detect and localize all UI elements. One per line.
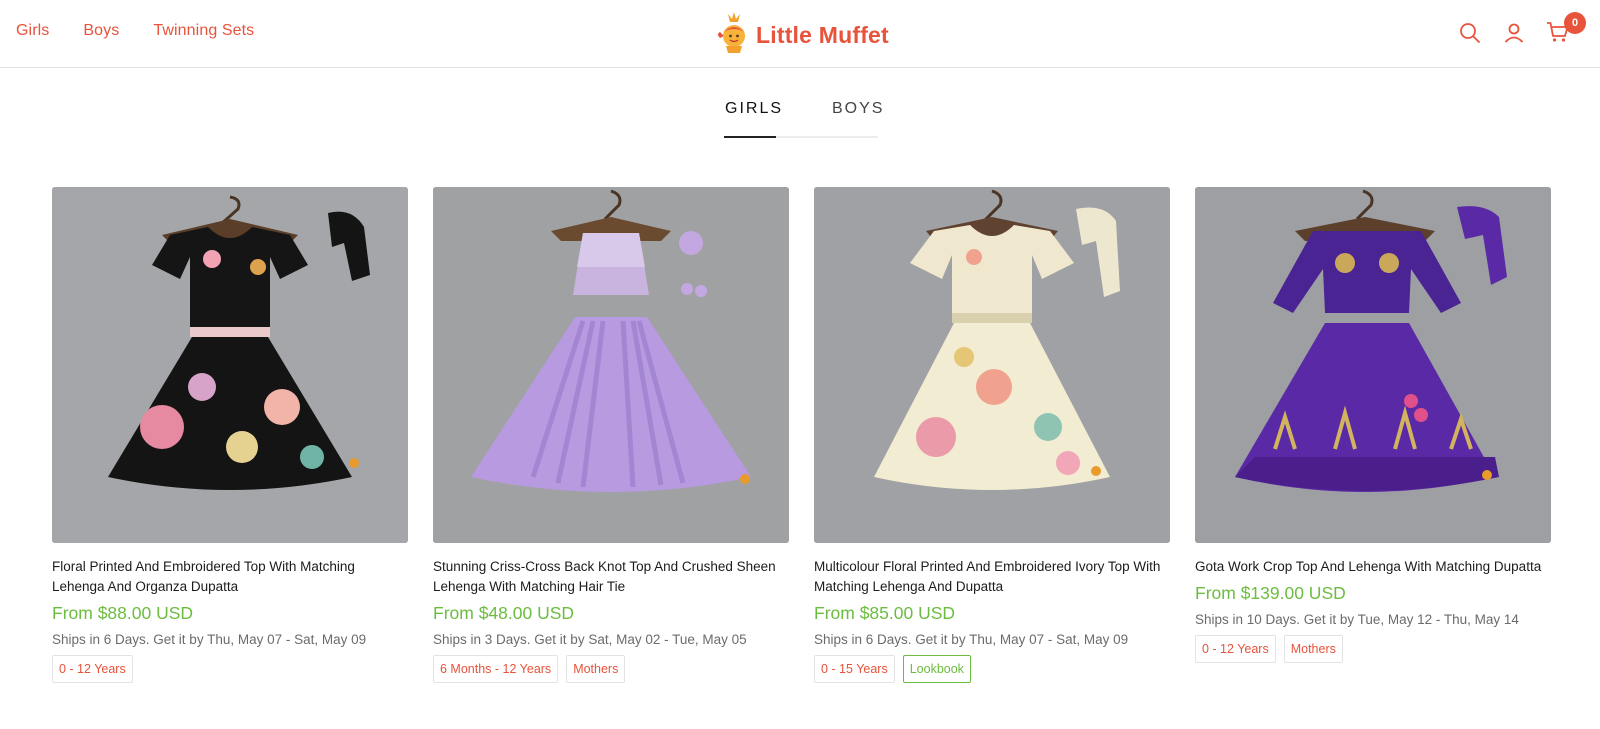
product-title[interactable]: Gota Work Crop Top And Lehenga With Matc… bbox=[1195, 557, 1551, 577]
site-header: Girls Boys Twinning Sets Little Muffet 0 bbox=[0, 0, 1600, 68]
product-tags: 0 - 15 Years Lookbook bbox=[814, 655, 1170, 683]
search-icon[interactable] bbox=[1458, 21, 1482, 45]
product-price: From $88.00 USD bbox=[52, 603, 194, 623]
lilac-lehenga-image bbox=[433, 187, 789, 543]
product-image[interactable] bbox=[433, 187, 789, 543]
nav-link-twinning-sets[interactable]: Twinning Sets bbox=[153, 22, 254, 40]
mothers-tag[interactable]: Mothers bbox=[566, 655, 626, 683]
shipping-info: Ships in 3 Days. Get it by Sat, May 02 -… bbox=[433, 632, 747, 647]
muffet-logo-icon bbox=[718, 12, 745, 53]
age-tag[interactable]: 0 - 12 Years bbox=[52, 655, 133, 683]
product-tags: 0 - 12 Years Mothers bbox=[1195, 635, 1551, 663]
cart-count-badge: 0 bbox=[1564, 12, 1586, 34]
product-price: From $139.00 USD bbox=[1195, 583, 1346, 603]
tab-boys[interactable]: BOYS bbox=[832, 100, 884, 118]
age-tag[interactable]: 6 Months - 12 Years bbox=[433, 655, 559, 683]
product-price: From $48.00 USD bbox=[433, 603, 575, 623]
product-card[interactable]: Multicolour Floral Printed And Embroider… bbox=[814, 187, 1170, 683]
shipping-info: Ships in 10 Days. Get it by Tue, May 12 … bbox=[1195, 612, 1519, 627]
product-tags: 0 - 12 Years bbox=[52, 655, 408, 683]
product-image[interactable] bbox=[52, 187, 408, 543]
account-icon[interactable] bbox=[1502, 21, 1526, 45]
category-tabs: GIRLS BOYS bbox=[724, 96, 882, 138]
black-floral-lehenga-image bbox=[52, 187, 408, 543]
product-card[interactable]: Floral Printed And Embroidered Top With … bbox=[52, 187, 408, 683]
active-tab-indicator bbox=[724, 136, 776, 138]
lookbook-tag[interactable]: Lookbook bbox=[902, 655, 971, 683]
mothers-tag[interactable]: Mothers bbox=[1283, 635, 1343, 663]
product-card[interactable]: Gota Work Crop Top And Lehenga With Matc… bbox=[1195, 187, 1551, 663]
logo-text: Little Muffet bbox=[756, 21, 889, 48]
product-tags: 6 Months - 12 Years Mothers bbox=[433, 655, 789, 683]
product-card[interactable]: Stunning Criss-Cross Back Knot Top And C… bbox=[433, 187, 789, 683]
shipping-info: Ships in 6 Days. Get it by Thu, May 07 -… bbox=[52, 632, 367, 647]
purple-gota-lehenga-image bbox=[1195, 187, 1551, 543]
main-nav: Girls Boys Twinning Sets bbox=[16, 22, 254, 40]
shipping-info: Ships in 6 Days. Get it by Thu, May 07 -… bbox=[814, 632, 1129, 647]
age-tag[interactable]: 0 - 15 Years bbox=[814, 655, 895, 683]
product-image[interactable] bbox=[1195, 187, 1551, 543]
nav-link-boys[interactable]: Boys bbox=[83, 22, 119, 40]
product-title[interactable]: Floral Printed And Embroidered Top With … bbox=[52, 557, 408, 597]
product-title[interactable]: Stunning Criss-Cross Back Knot Top And C… bbox=[433, 557, 789, 597]
product-image[interactable] bbox=[814, 187, 1170, 543]
nav-link-girls[interactable]: Girls bbox=[16, 22, 49, 40]
ivory-floral-lehenga-image bbox=[814, 187, 1170, 543]
product-title[interactable]: Multicolour Floral Printed And Embroider… bbox=[814, 557, 1170, 597]
tab-girls[interactable]: GIRLS bbox=[725, 100, 783, 118]
age-tag[interactable]: 0 - 12 Years bbox=[1195, 635, 1276, 663]
site-logo[interactable]: Little Muffet bbox=[716, 12, 889, 54]
cart-button[interactable]: 0 bbox=[1546, 12, 1586, 46]
product-price: From $85.00 USD bbox=[814, 603, 956, 623]
header-actions: 0 bbox=[1458, 12, 1586, 46]
